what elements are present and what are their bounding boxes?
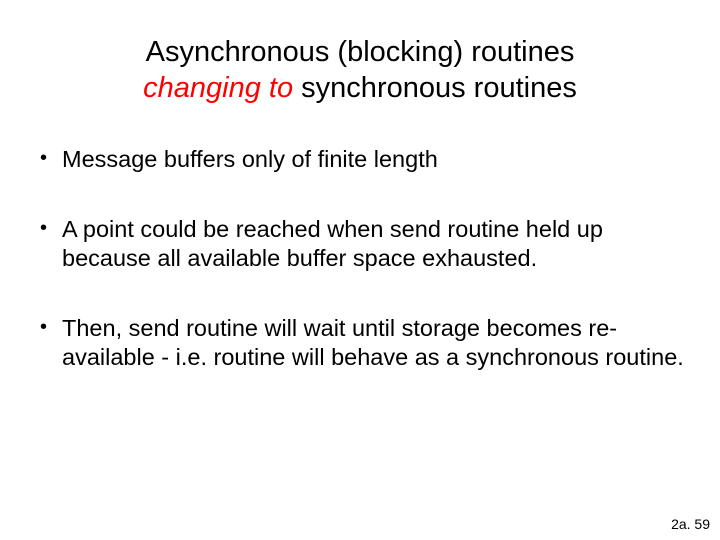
slide: Asynchronous (blocking) routines changin… <box>0 0 720 540</box>
slide-number: 2a. 59 <box>671 516 710 532</box>
list-item: Then, send routine will wait until stora… <box>36 314 684 371</box>
bullet-text: A point could be reached when send routi… <box>62 216 603 271</box>
bullet-text: Then, send routine will wait until stora… <box>62 315 684 370</box>
slide-title: Asynchronous (blocking) routines changin… <box>36 34 684 107</box>
title-line-1: Asynchronous (blocking) routines <box>146 36 575 68</box>
list-item: A point could be reached when send routi… <box>36 215 684 272</box>
title-emphasis: changing to <box>143 72 293 104</box>
title-line-2-rest: synchronous routines <box>293 72 577 104</box>
bullet-text: Message buffers only of finite length <box>62 146 438 172</box>
bullet-list: Message buffers only of finite length A … <box>36 145 684 372</box>
list-item: Message buffers only of finite length <box>36 145 684 174</box>
